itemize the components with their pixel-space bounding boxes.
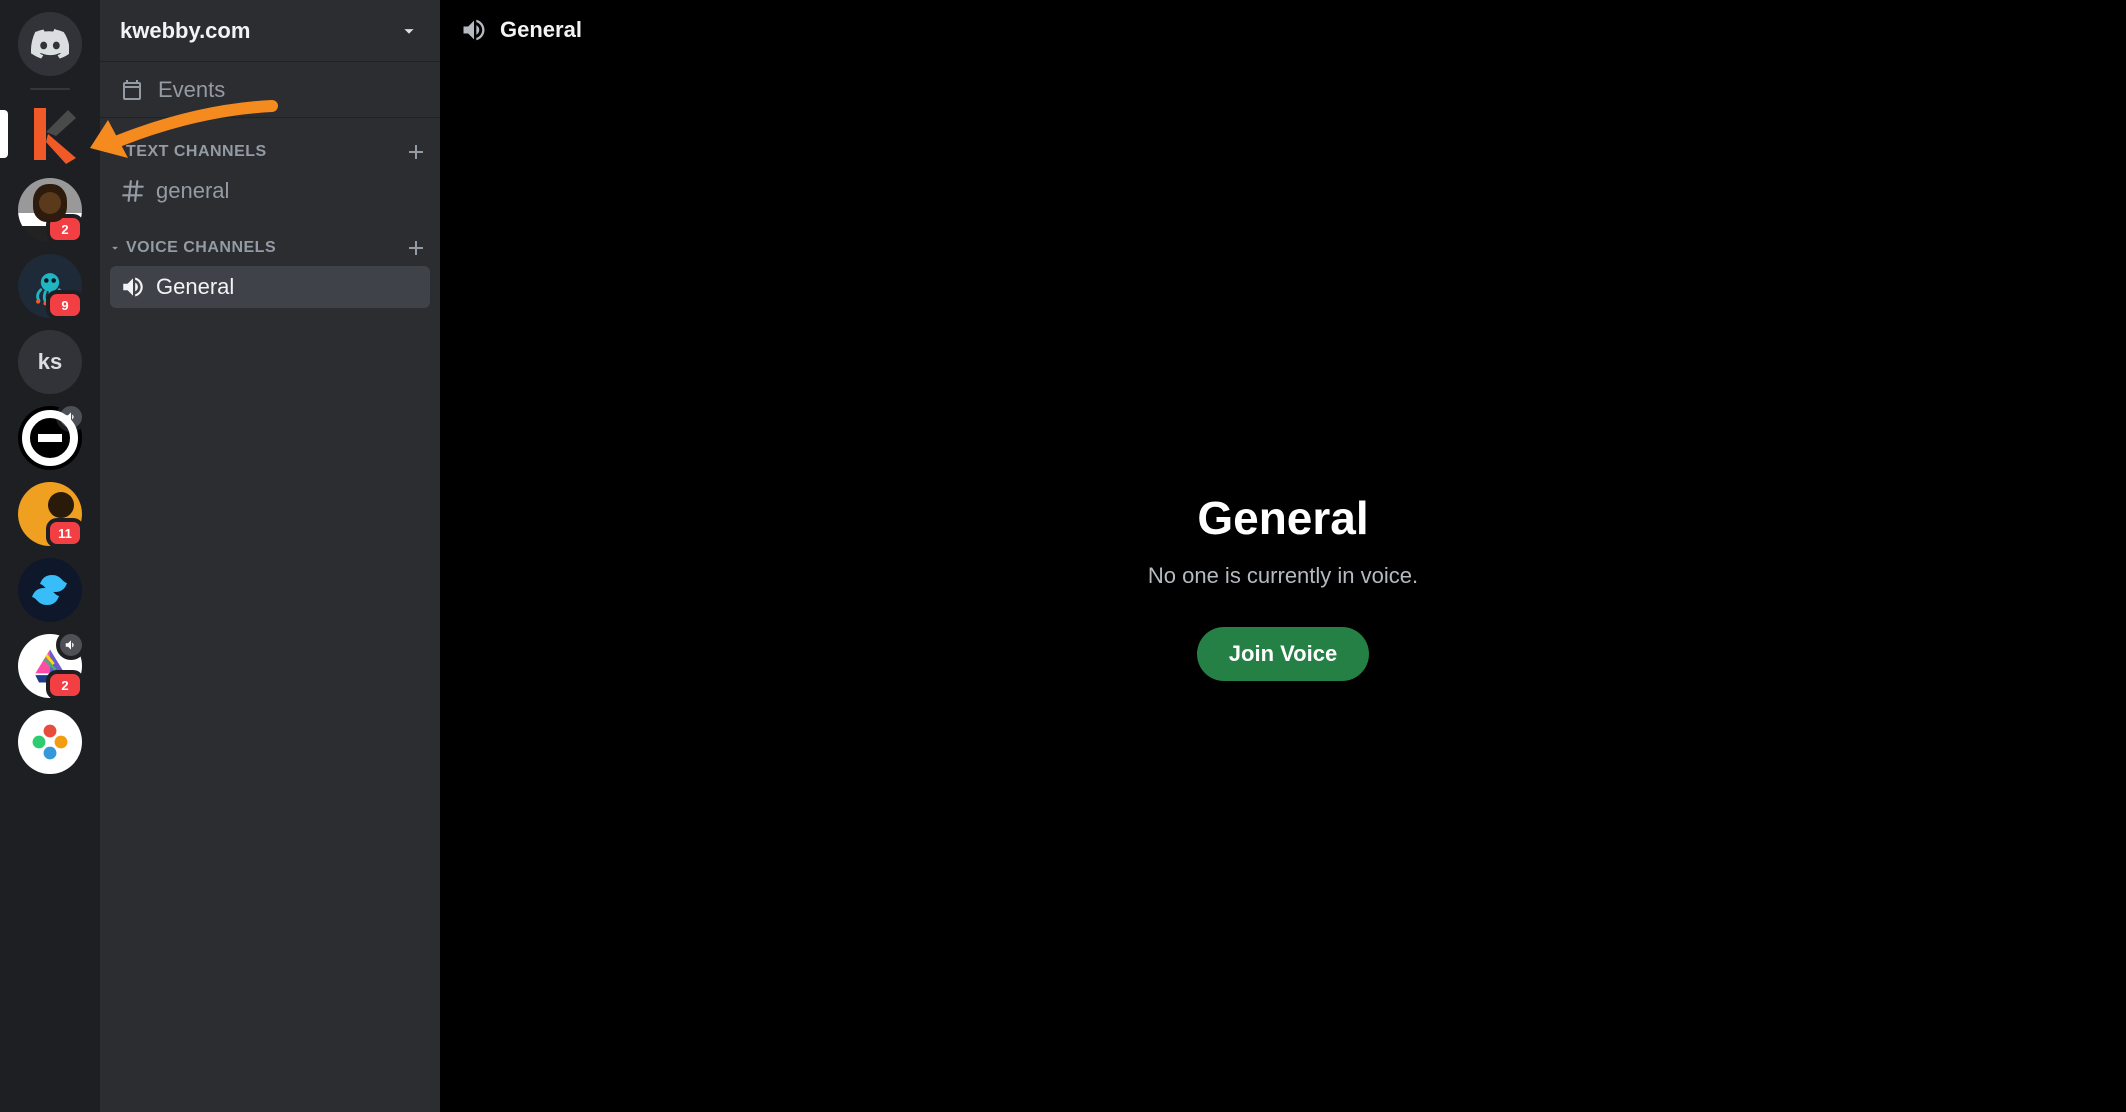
channel-header: General xyxy=(440,0,2126,60)
server-name: kwebby.com xyxy=(120,18,250,44)
speaker-icon xyxy=(460,16,488,44)
voice-empty-state: General No one is currently in voice. Jo… xyxy=(440,60,2126,1112)
speaker-icon xyxy=(120,274,146,300)
server-badge: 2 xyxy=(46,670,84,700)
join-voice-button[interactable]: Join Voice xyxy=(1197,627,1369,681)
discord-logo-icon xyxy=(31,25,69,63)
category-label: VOICE CHANNELS xyxy=(126,239,276,257)
events-label: Events xyxy=(158,77,225,103)
server-rail: 2 9 ks 11 xyxy=(0,0,100,1112)
multicolor-icon xyxy=(28,720,72,764)
app-root: 2 9 ks 11 xyxy=(0,0,2126,1112)
server-rail-divider xyxy=(30,88,70,90)
tailwind-icon xyxy=(26,566,74,614)
server-initials: ks xyxy=(38,349,62,375)
server-badge: 11 xyxy=(46,518,84,548)
speaker-icon xyxy=(64,638,78,652)
add-channel-icon[interactable] xyxy=(404,236,428,260)
server-item-3[interactable]: 2 xyxy=(18,178,82,242)
server-item-kwebby[interactable] xyxy=(18,102,82,166)
channel-header-title: General xyxy=(500,17,582,43)
chevron-down-icon xyxy=(108,145,122,159)
main-content: General General No one is currently in v… xyxy=(440,0,2126,1112)
events-button[interactable]: Events xyxy=(100,62,440,118)
server-item-10[interactable] xyxy=(18,710,82,774)
server-item-6[interactable] xyxy=(18,406,82,470)
hash-icon xyxy=(120,178,146,204)
server-item-7[interactable]: 11 xyxy=(18,482,82,546)
channel-name: general xyxy=(156,178,229,204)
server-item-8[interactable] xyxy=(18,558,82,622)
voice-channel-subtitle: No one is currently in voice. xyxy=(1148,563,1418,589)
chevron-down-icon xyxy=(398,20,420,42)
category-voice-channels[interactable]: VOICE CHANNELS xyxy=(100,214,440,264)
kwebby-logo-icon xyxy=(18,102,82,166)
selected-server-pill xyxy=(0,110,8,158)
channel-item-general-voice[interactable]: General xyxy=(110,266,430,308)
channel-sidebar: kwebby.com Events TEXT CHANNELS general … xyxy=(100,0,440,1112)
chevron-down-icon xyxy=(108,241,122,255)
server-badge: 9 xyxy=(46,290,84,320)
server-item-ks[interactable]: ks xyxy=(18,330,82,394)
category-text-channels[interactable]: TEXT CHANNELS xyxy=(100,118,440,168)
add-channel-icon[interactable] xyxy=(404,140,428,164)
speaker-icon xyxy=(64,410,78,424)
server-item-4[interactable]: 9 xyxy=(18,254,82,318)
voice-activity-indicator xyxy=(56,402,86,432)
server-item-9[interactable]: 2 xyxy=(18,634,82,698)
voice-activity-indicator xyxy=(56,630,86,660)
voice-channel-title: General xyxy=(1197,491,1368,545)
server-item-direct-messages[interactable] xyxy=(18,12,82,76)
channel-name: General xyxy=(156,274,234,300)
channel-item-general-text[interactable]: general xyxy=(110,170,430,212)
server-header-dropdown[interactable]: kwebby.com xyxy=(100,0,440,62)
server-badge: 2 xyxy=(46,214,84,244)
category-label: TEXT CHANNELS xyxy=(126,143,267,161)
calendar-icon xyxy=(120,78,144,102)
